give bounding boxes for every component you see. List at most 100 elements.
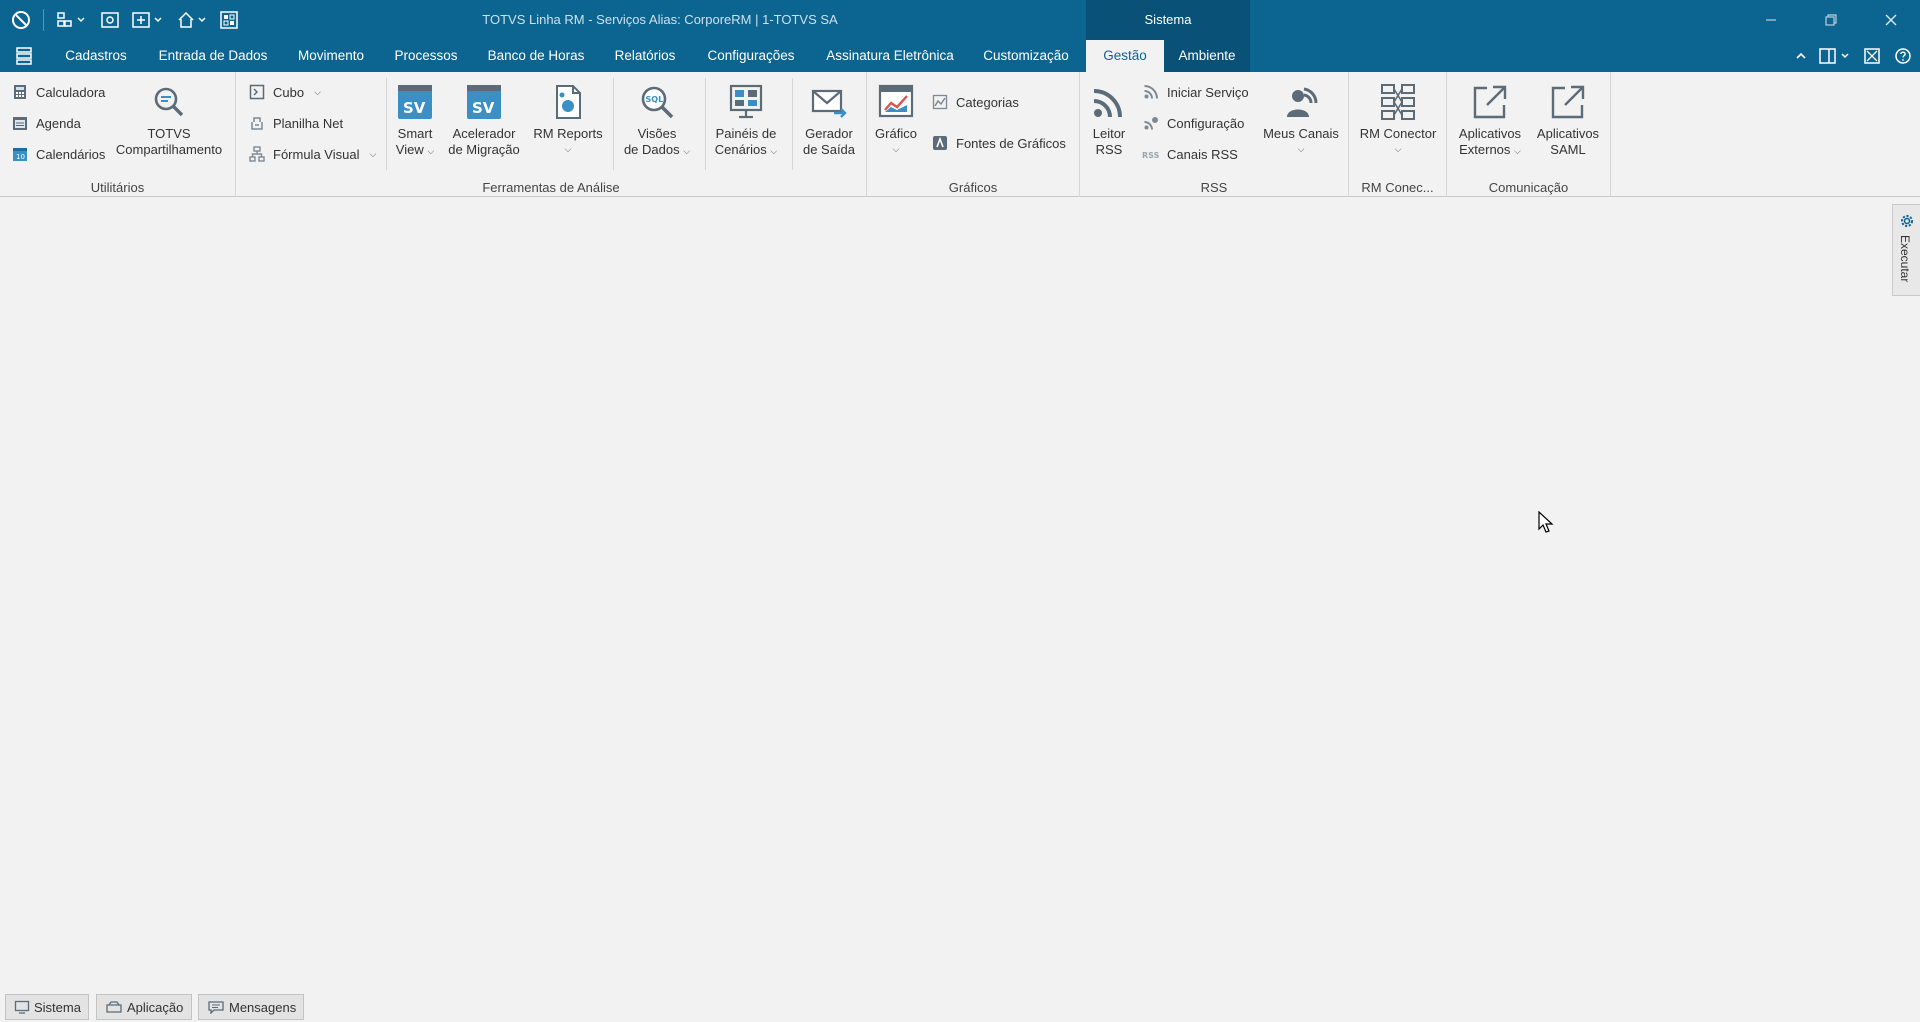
restore-icon[interactable] [1818, 8, 1844, 32]
rss-feed-icon [1089, 82, 1129, 122]
tab-entrada-de-dados[interactable]: Entrada de Dados [148, 40, 278, 72]
calendarios-button[interactable]: 10 Calendários [11, 142, 105, 166]
tab-ambiente[interactable]: Ambiente [1164, 40, 1250, 72]
agenda-label: Agenda [36, 115, 81, 131]
flow-icon [248, 145, 266, 163]
paineis-de-cenarios-button[interactable]: Painéis de Cenários ⌵ [710, 82, 782, 159]
visoes-de-dados-button[interactable]: SQL Visões de Dados ⌵ [619, 82, 695, 159]
group-separator [613, 78, 614, 170]
group-label-graficos: Gráficos [948, 180, 998, 195]
ribbon: Calculadora Agenda 10 Calendários TOTVS … [0, 72, 1920, 197]
workspace [0, 198, 1890, 988]
chevron-down-icon: ⌵ [1297, 143, 1305, 154]
tab-gestao[interactable]: Gestão [1086, 40, 1164, 72]
application-icon [105, 1000, 123, 1014]
rm-conector-button[interactable]: RM Conector ⌵ [1353, 82, 1443, 157]
tab-processos[interactable]: Processos [384, 40, 468, 72]
planilha-label: Planilha Net [273, 115, 344, 131]
grafico-button[interactable]: Gráfico ⌵ [873, 82, 919, 157]
side-menu-icon[interactable] [14, 47, 34, 68]
executar-side-panel[interactable]: Executar [1892, 204, 1920, 296]
bottom-tab-mensagens[interactable]: Mensagens [198, 994, 304, 1020]
collapse-ribbon-icon[interactable] [1794, 46, 1808, 66]
calendarios-label: Calendários [36, 146, 106, 162]
iniciar-servico-button[interactable]: Iniciar Serviço [1142, 80, 1249, 104]
configuracao-rss-button[interactable]: Configuração [1142, 111, 1244, 135]
calculadora-button[interactable]: Calculadora [11, 80, 105, 104]
totvs-label-line2: Compartilhamento [115, 141, 223, 157]
chevron-down-icon: ⌵ [892, 143, 900, 154]
rm-reports-button[interactable]: RM Reports ⌵ [528, 82, 608, 157]
group-label-utilitarios: Utilitários [90, 180, 145, 195]
group-utilitarios: Calculadora Agenda 10 Calendários TOTVS … [0, 72, 236, 197]
bottom-tab-aplicacao-label: Aplicação [127, 999, 184, 1015]
chevron-down-icon: ⌵ [314, 86, 321, 97]
dashboard-icon[interactable] [219, 8, 239, 32]
aplicativos-externos-button[interactable]: Aplicativos Externos ⌵ [1451, 82, 1529, 159]
categorias-button[interactable]: Categorias [931, 90, 1019, 114]
planilha-net-button[interactable]: Planilha Net [248, 111, 343, 135]
dashboard-panel-icon [726, 82, 766, 122]
connector-icon [1378, 82, 1418, 122]
visoes-label-line1: Visões [637, 126, 677, 141]
cubo-button[interactable]: Cubo ⌵ [248, 80, 321, 104]
leitor-rss-button[interactable]: Leitor RSS [1086, 82, 1132, 157]
minimize-icon[interactable] [1758, 8, 1784, 32]
title-bar: TOTVS Linha RM - Serviços Alias: Corpore… [0, 0, 1920, 40]
meus-canais-button[interactable]: Meus Canais ⌵ [1258, 82, 1344, 157]
svg-text:SV: SV [403, 99, 426, 117]
acelerador-migracao-button[interactable]: SV Acelerador de Migração [446, 82, 522, 157]
smart-view-button[interactable]: SV Smart View ⌵ [390, 82, 440, 159]
leitor-label-line2: RSS [1095, 141, 1123, 157]
group-label-rm-conector: RM Conec... [1361, 180, 1434, 195]
tab-configuracoes[interactable]: Configurações [698, 40, 804, 72]
acelerador-label-line1: Acelerador [452, 126, 516, 141]
svg-text:RSS: RSS [1142, 151, 1160, 160]
structure-icon[interactable] [56, 8, 86, 32]
svg-text:10: 10 [16, 153, 25, 161]
canais-rss-button[interactable]: RSS Canais RSS [1142, 142, 1238, 166]
window-layout-icon[interactable] [131, 8, 165, 32]
monitor-icon [14, 1000, 30, 1014]
fontes-de-graficos-button[interactable]: Fontes de Gráficos [931, 131, 1066, 155]
group-comunicacao: Aplicativos Externos ⌵ Aplicativos SAML … [1447, 72, 1611, 197]
agenda-button[interactable]: Agenda [11, 111, 81, 135]
gerador-de-saida-button[interactable]: Gerador de Saída [797, 82, 861, 157]
home-icon[interactable] [176, 8, 210, 32]
app-menu-icon[interactable] [10, 8, 32, 32]
tab-customizacao[interactable]: Customização [976, 40, 1076, 72]
close-icon[interactable] [1878, 8, 1904, 32]
canais-label: Canais RSS [1167, 146, 1238, 162]
formula-visual-button[interactable]: Fórmula Visual ⌵ [248, 142, 376, 166]
rss-text-icon: RSS [1142, 145, 1160, 163]
tab-relatorios[interactable]: Relatórios [604, 40, 686, 72]
fontes-label: Fontes de Gráficos [956, 135, 1066, 151]
saml-label-line1: Aplicativos [1536, 126, 1600, 141]
tab-assinatura-eletronica[interactable]: Assinatura Eletrônica [816, 40, 964, 72]
tab-cadastros[interactable]: Cadastros [54, 40, 138, 72]
panel-layout-icon[interactable] [1818, 46, 1854, 66]
view-icon[interactable] [100, 8, 120, 32]
aplicativos-saml-button[interactable]: Aplicativos SAML [1531, 82, 1605, 157]
bottom-tab-aplicacao[interactable]: Aplicação [96, 994, 192, 1020]
tab-banco-de-horas[interactable]: Banco de Horas [480, 40, 592, 72]
chevron-down-icon: ⌵ [683, 145, 691, 156]
formula-label: Fórmula Visual [273, 146, 360, 162]
external-link-icon [1548, 82, 1588, 122]
grafico-label: Gráfico [875, 126, 917, 141]
smart-view-label-line2: View [395, 141, 424, 157]
tab-movimento[interactable]: Movimento [290, 40, 372, 72]
configuracao-label: Configuração [1167, 115, 1245, 131]
help-icon[interactable] [1894, 46, 1912, 66]
rss-config-icon [1142, 114, 1160, 132]
chevron-down-icon: ⌵ [369, 148, 377, 159]
bottom-tab-sistema[interactable]: Sistema [5, 994, 89, 1020]
rss-start-icon [1142, 83, 1160, 101]
mouse-cursor-icon [1538, 510, 1554, 538]
search-share-icon [149, 82, 189, 122]
fullscreen-icon[interactable] [1863, 46, 1881, 66]
chevron-down-icon: ⌵ [770, 145, 778, 156]
rm-reports-label: RM Reports [533, 126, 603, 141]
context-tab-sistema[interactable]: Sistema [1086, 0, 1250, 40]
totvs-compartilhamento-button[interactable]: TOTVS Compartilhamento [114, 82, 224, 157]
